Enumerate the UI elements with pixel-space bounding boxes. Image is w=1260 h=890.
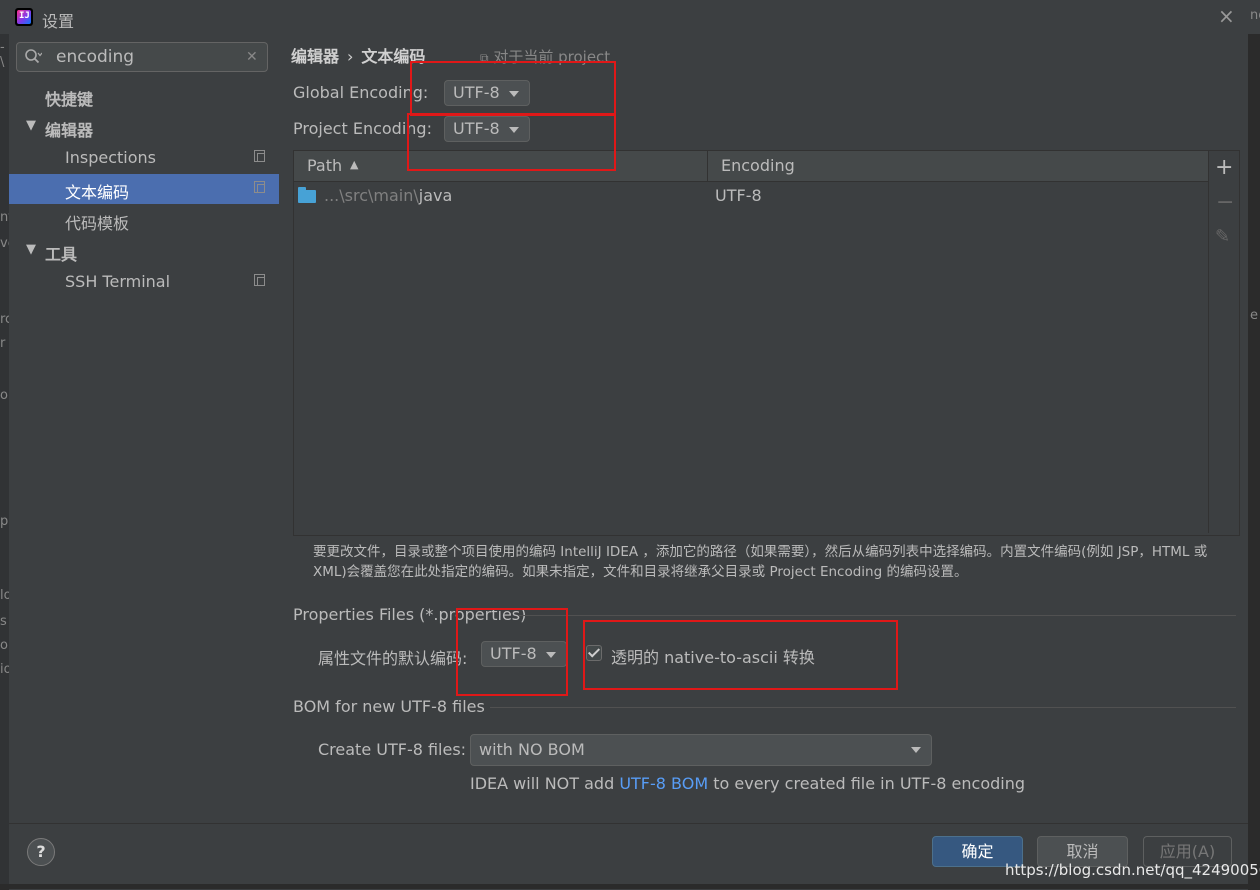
sidebar-item-label: Inspections xyxy=(65,148,156,167)
sidebar-item-label: SSH Terminal xyxy=(65,272,171,291)
bg-text: e xyxy=(1250,308,1258,323)
search-icon xyxy=(25,49,42,64)
red-annotation-box xyxy=(407,113,616,171)
table-row-path[interactable]: ...\src\main\java xyxy=(324,186,452,205)
bg-text: o xyxy=(0,388,8,403)
table-row-encoding[interactable]: UTF-8 xyxy=(715,186,762,205)
breadcrumb: 编辑器 › 文本编码 xyxy=(291,43,425,67)
utf8-bom-link[interactable]: UTF-8 BOM xyxy=(619,774,708,793)
window-title: 设置 xyxy=(42,12,75,31)
column-header-encoding[interactable]: Encoding xyxy=(721,156,795,175)
path-encoding-table xyxy=(293,150,1240,536)
title-bar xyxy=(0,0,1260,34)
red-annotation-box xyxy=(410,61,616,116)
bg-text: r xyxy=(0,336,6,351)
bg-text: ne xyxy=(1250,8,1260,23)
project-scope-icon xyxy=(254,150,265,162)
red-annotation-box xyxy=(456,608,568,696)
dropdown-value: with NO BOM xyxy=(479,740,585,759)
column-divider[interactable] xyxy=(707,151,708,181)
bg-text: -\ xyxy=(0,40,5,70)
sidebar-item-inspections[interactable]: Inspections xyxy=(9,143,279,173)
sidebar-item-file-templates[interactable]: 代码模板 xyxy=(9,205,279,235)
properties-default-encoding-label: 属性文件的默认编码: xyxy=(318,649,468,668)
bg-text: s xyxy=(0,614,7,629)
bom-option-dropdown[interactable]: with NO BOM xyxy=(470,734,932,766)
bom-note: IDEA will NOT add UTF-8 BOM to every cre… xyxy=(470,774,1025,793)
project-scope-icon xyxy=(254,274,265,286)
sidebar-item-label: 文本编码 xyxy=(65,183,130,202)
edit-pencil-icon[interactable]: ✎ xyxy=(1215,226,1230,247)
search-input[interactable]: encoding xyxy=(56,47,134,67)
watermark-url: https://blog.csdn.net/qq_42490050 xyxy=(1005,861,1260,879)
sidebar-item-label: 编辑器 xyxy=(45,121,94,140)
path-prefix: ...\src\main\ xyxy=(324,186,419,205)
section-divider xyxy=(518,615,1236,616)
project-scope-icon xyxy=(254,181,265,193)
column-header-path[interactable]: Path xyxy=(307,156,342,175)
path-leaf: java xyxy=(418,186,453,205)
sidebar-item-file-encodings[interactable]: 文本编码 xyxy=(9,174,279,204)
bg-text: o xyxy=(0,638,8,653)
background-editor-strip: -\ nt ve rc r o pp lo s o io xyxy=(0,34,17,889)
bom-note-prefix: IDEA will NOT add xyxy=(470,774,620,793)
folder-icon xyxy=(298,187,316,203)
sort-ascending-icon: ▲ xyxy=(350,158,359,171)
sidebar-item-label: 代码模板 xyxy=(65,214,130,233)
add-icon[interactable]: + xyxy=(1215,155,1233,180)
breadcrumb-parent[interactable]: 编辑器 xyxy=(291,47,339,66)
breadcrumb-separator: › xyxy=(347,47,354,66)
help-description: 要更改文件，目录或整个项目使用的编码 IntelliJ IDEA ，添加它的路径… xyxy=(313,544,1208,580)
remove-icon[interactable]: − xyxy=(1216,190,1234,215)
bom-note-suffix: to every created file in UTF-8 encoding xyxy=(708,774,1026,793)
close-icon[interactable]: × xyxy=(1218,4,1235,28)
red-annotation-box xyxy=(583,620,898,690)
expand-arrow-icon[interactable]: ▼ xyxy=(26,118,36,133)
intellij-app-icon xyxy=(15,8,33,26)
sidebar-item-ssh-terminal[interactable]: SSH Terminal xyxy=(9,267,279,297)
settings-search-box[interactable] xyxy=(16,42,268,72)
section-divider xyxy=(490,707,1236,708)
sidebar-item-editor[interactable]: ▼ 编辑器 xyxy=(9,112,279,142)
global-encoding-label: Global Encoding: xyxy=(293,83,429,102)
help-button[interactable]: ? xyxy=(27,838,55,866)
sidebar-item-label: 快捷键 xyxy=(45,90,94,109)
clear-search-icon[interactable]: ✕ xyxy=(246,49,258,65)
sidebar-item-keymap[interactable]: 快捷键 xyxy=(9,81,279,111)
bottom-edge xyxy=(0,884,1260,889)
chevron-down-icon xyxy=(911,747,921,753)
expand-arrow-icon[interactable]: ▼ xyxy=(26,242,36,257)
sidebar-item-label: 工具 xyxy=(45,245,78,264)
sidebar-item-tools[interactable]: ▼ 工具 xyxy=(9,236,279,266)
create-utf8-label: Create UTF-8 files: xyxy=(318,740,467,759)
background-editor-strip-right: ne e xyxy=(1248,8,1260,889)
bom-section-title: BOM for new UTF-8 files xyxy=(293,697,485,716)
